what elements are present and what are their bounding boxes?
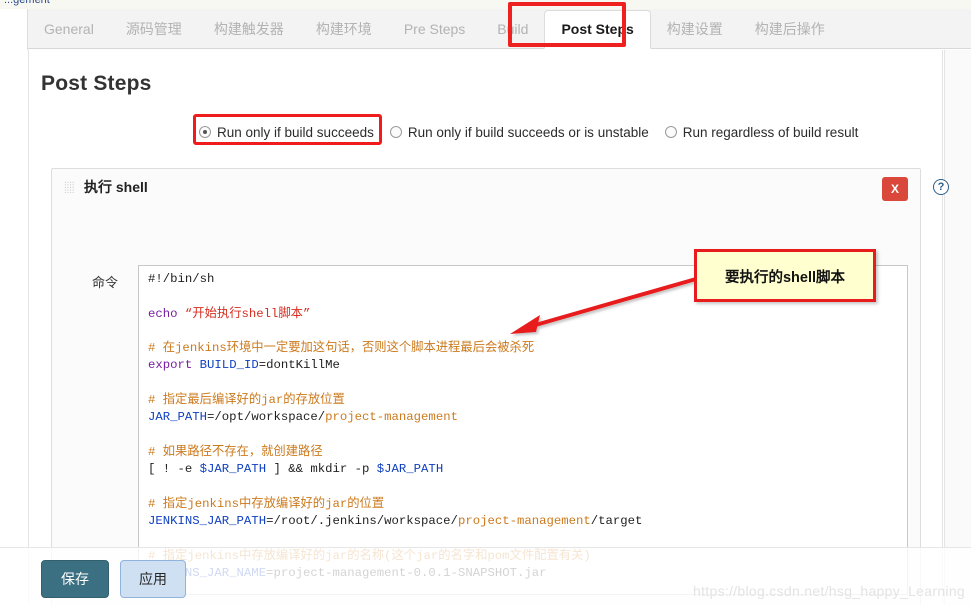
tab-label: General <box>44 21 94 37</box>
radio-option-label: Run only if build succeeds <box>217 124 374 140</box>
tab-build[interactable]: Build <box>481 9 544 49</box>
execute-shell-builder: 执行 shell X ? 命令 #!/bin/sh echo “开始执行shel… <box>51 168 949 605</box>
code-segment: /target <box>590 514 643 529</box>
code-segment: [ ! -e <box>148 462 200 477</box>
tab-label: 构建后操作 <box>754 21 825 37</box>
code-segment: #!/bin/sh <box>148 272 215 286</box>
tab-label: 构建触发器 <box>213 21 284 37</box>
watermark-text: https://blog.csdn.net/hsg_happy_Learning <box>693 583 965 599</box>
tab-label: 源码管理 <box>125 21 182 37</box>
code-segment: # 如果路径不存在，就创建路径 <box>148 444 323 459</box>
radio-option-label: Run regardless of build result <box>682 124 859 140</box>
main-content: Post Steps Run only if build succeeds Run… <box>28 50 949 605</box>
code-segment: echo <box>148 306 178 321</box>
code-segment: $JAR_PATH <box>199 462 267 477</box>
tab-构建后操作[interactable]: 构建后操作 <box>739 9 841 49</box>
tab-构建环境[interactable]: 构建环境 <box>300 9 388 49</box>
annotation-callout-text: 要执行的shell脚本 <box>724 270 846 286</box>
code-segment: ] && mkdir -p <box>266 462 377 477</box>
code-segment: “开始执行shell脚本” <box>184 306 311 321</box>
radio-button-icon[interactable] <box>389 126 402 138</box>
code-segment: $JAR_PATH <box>376 462 444 477</box>
code-segment: JENKINS_JAR_PATH <box>148 514 267 529</box>
command-field-label: 命令 <box>92 275 119 290</box>
save-button[interactable]: 保存 <box>41 560 109 598</box>
code-segment: =dontKillMe <box>258 358 340 373</box>
code-segment: =/opt/workspace/ <box>207 410 326 425</box>
run-condition-radio-group: Run only if build succeeds Run only if bu… <box>199 122 874 142</box>
tab-label: 构建环境 <box>315 21 372 37</box>
tab-构建设置[interactable]: 构建设置 <box>651 9 739 49</box>
radio-button-icon[interactable] <box>199 126 211 138</box>
code-segment: # 指定最后编译好的jar的存放位置 <box>148 393 345 408</box>
code-segment: JAR_PATH <box>148 410 208 425</box>
code-segment: # 在jenkins环境中一定要加这句话，否则这个脚本进程最后会被杀死 <box>148 341 535 356</box>
tab-源码管理[interactable]: 源码管理 <box>110 9 198 49</box>
jenkins-config-page: ...gement General 源码管理 构建触发器 构建环境 Pre Steps B… <box>0 0 971 605</box>
tab-pre-steps[interactable]: Pre Steps <box>388 9 481 49</box>
code-segment: export <box>148 358 193 373</box>
tab-label: Pre Steps <box>403 21 466 37</box>
browser-top-sliver: ...gement <box>0 0 971 9</box>
radio-option-label: Run only if build succeeds or is unstabl… <box>407 124 649 140</box>
config-tabbar: General 源码管理 构建触发器 构建环境 Pre Steps Build Post S… <box>0 9 971 49</box>
page-right-gutter <box>944 50 971 605</box>
tabbar-left-edge <box>0 9 28 50</box>
command-textarea[interactable]: #!/bin/sh echo “开始执行shell脚本” # 在jenkins环… <box>138 265 908 595</box>
help-icon[interactable]: ? <box>933 179 949 195</box>
tab-label: 构建设置 <box>666 21 723 37</box>
tab-label: Build <box>497 21 529 37</box>
tab-label: Post Steps <box>561 21 634 37</box>
config-tab-list: General 源码管理 构建触发器 构建环境 Pre Steps Build Post S… <box>28 9 841 49</box>
code-segment: =/root/.jenkins/workspace/ <box>266 514 458 529</box>
radio-option-0[interactable]: Run only if build succeeds <box>199 125 374 140</box>
radio-option-1[interactable]: Run only if build succeeds or is unstabl… <box>389 124 649 140</box>
radio-option-2[interactable]: Run regardless of build result <box>664 124 859 140</box>
code-segment: BUILD_ID <box>199 358 259 373</box>
code-segment: project-management <box>325 410 458 425</box>
tab-general[interactable]: General <box>28 9 110 49</box>
top-sliver-text: ...gement <box>4 0 50 6</box>
code-segment: # 指定jenkins中存放编译好的jar的位置 <box>148 496 385 511</box>
tab-构建触发器[interactable]: 构建触发器 <box>198 9 300 49</box>
drag-handle-icon[interactable] <box>64 181 75 193</box>
delete-builder-button[interactable]: X <box>882 177 908 201</box>
page-title: Post Steps <box>41 72 152 95</box>
code-segment: project-management <box>457 514 591 529</box>
builder-header: 执行 shell X ? <box>52 169 949 203</box>
builder-title: 执行 shell <box>84 179 148 195</box>
apply-button[interactable]: 应用 <box>120 560 186 598</box>
radio-button-icon[interactable] <box>664 126 677 138</box>
tab-post-steps[interactable]: Post Steps <box>544 10 651 49</box>
annotation-callout: 要执行的shell脚本 <box>694 249 876 302</box>
